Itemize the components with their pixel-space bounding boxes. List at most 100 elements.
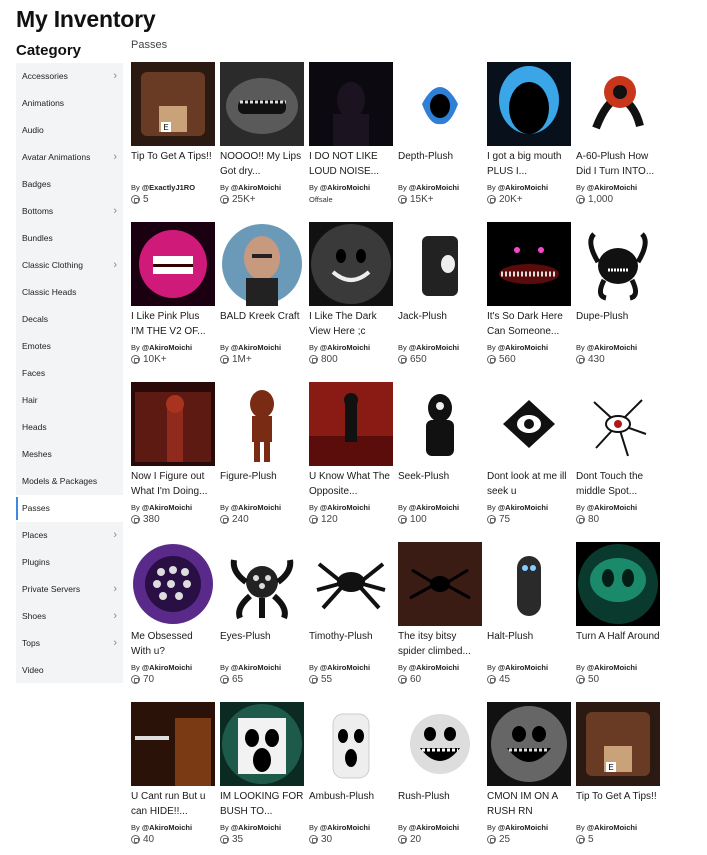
creator-username[interactable]: @AkiroMoichi — [320, 183, 370, 192]
item-creator[interactable]: By @AkiroMoichi — [398, 823, 482, 832]
sidebar-item-bundles[interactable]: Bundles — [16, 225, 123, 252]
item-card[interactable]: Eyes-Plush By @AkiroMoichi 65 — [220, 542, 304, 692]
opposite-room-thumbnail[interactable] — [309, 382, 393, 466]
item-card[interactable]: Halt-Plush By @AkiroMoichi 45 — [487, 542, 571, 692]
item-card[interactable]: Dont Touch the middle Spot... By @AkiroMo… — [576, 382, 660, 532]
creator-username[interactable]: @AkiroMoichi — [498, 663, 548, 672]
item-card[interactable]: Dont look at me ill seek u By @AkiroMoich… — [487, 382, 571, 532]
item-name[interactable]: The itsy bitsy spider climbed... — [398, 629, 482, 659]
creator-username[interactable]: @AkiroMoichi — [409, 183, 459, 192]
creator-username[interactable]: @AkiroMoichi — [142, 823, 192, 832]
item-name[interactable]: I DO NOT LIKE LOUD NOISE... — [309, 149, 393, 179]
item-creator[interactable]: By @AkiroMoichi — [220, 183, 304, 192]
creator-username[interactable]: @AkiroMoichi — [320, 503, 370, 512]
item-card[interactable]: E Tip To Get A Tips!! By @AkiroMoichi 5 — [576, 702, 660, 852]
blue-blob-thumbnail[interactable] — [398, 62, 482, 146]
hide-room-thumbnail[interactable] — [131, 702, 215, 786]
item-card[interactable]: Timothy-Plush By @AkiroMoichi 55 — [309, 542, 393, 692]
sidebar-item-animations[interactable]: Animations — [16, 90, 123, 117]
item-card[interactable]: Dupe-Plush By @AkiroMoichi 430 — [576, 222, 660, 372]
grinning-mouth-thumbnail[interactable] — [220, 62, 304, 146]
item-card[interactable]: CMON IM ON A RUSH RN By @AkiroMoichi 25 — [487, 702, 571, 852]
creator-username[interactable]: @AkiroMoichi — [142, 503, 192, 512]
sidebar-item-accessories[interactable]: Accessories › — [16, 63, 123, 90]
item-creator[interactable]: By @AkiroMoichi — [487, 183, 571, 192]
a60-plush-thumbnail[interactable] — [576, 62, 660, 146]
item-creator[interactable]: By @AkiroMoichi — [576, 503, 660, 512]
item-creator[interactable]: By @AkiroMoichi — [309, 343, 393, 352]
item-creator[interactable]: By @AkiroMoichi — [576, 663, 660, 672]
item-card[interactable]: I got a big mouth PLUS I... By @AkiroMoic… — [487, 62, 571, 212]
sidebar-item-private-servers[interactable]: Private Servers › — [16, 576, 123, 603]
item-name[interactable]: Jack-Plush — [398, 309, 482, 339]
creator-username[interactable]: @AkiroMoichi — [498, 183, 548, 192]
creator-username[interactable]: @AkiroMoichi — [320, 663, 370, 672]
sidebar-item-decals[interactable]: Decals — [16, 306, 123, 333]
creator-username[interactable]: @AkiroMoichi — [231, 343, 281, 352]
timothy-plush-thumbnail[interactable] — [309, 542, 393, 626]
sidebar-item-meshes[interactable]: Meshes — [16, 441, 123, 468]
creator-username[interactable]: @AkiroMoichi — [587, 183, 637, 192]
sidebar-item-places[interactable]: Places › — [16, 522, 123, 549]
spider-room-thumbnail[interactable] — [398, 542, 482, 626]
item-card[interactable]: I Like Pink Plus I'M THE V2 OF... By @Aki… — [131, 222, 215, 372]
item-name[interactable]: Ambush-Plush — [309, 789, 393, 819]
smile-face-thumbnail[interactable] — [309, 222, 393, 306]
creator-username[interactable]: @AkiroMoichi — [587, 663, 637, 672]
figure-room-thumbnail[interactable] — [131, 382, 215, 466]
item-card[interactable]: Jack-Plush By @AkiroMoichi 650 — [398, 222, 482, 372]
creator-username[interactable]: @AkiroMoichi — [409, 663, 459, 672]
item-creator[interactable]: By @AkiroMoichi — [309, 663, 393, 672]
creator-username[interactable]: @AkiroMoichi — [320, 343, 370, 352]
item-name[interactable]: I Like The Dark View Here ;c — [309, 309, 393, 339]
item-creator[interactable]: By @AkiroMoichi — [220, 503, 304, 512]
creator-username[interactable]: @AkiroMoichi — [587, 503, 637, 512]
item-name[interactable]: Turn A Half Around — [576, 629, 660, 659]
item-card[interactable]: Now I Figure out What I'm Doing... By @Ak… — [131, 382, 215, 532]
jack-plush-thumbnail[interactable] — [398, 222, 482, 306]
sidebar-item-heads[interactable]: Heads — [16, 414, 123, 441]
item-name[interactable]: U Know What The Opposite... — [309, 469, 393, 499]
creator-username[interactable]: @AkiroMoichi — [409, 823, 459, 832]
item-card[interactable]: Turn A Half Around By @AkiroMoichi 50 — [576, 542, 660, 692]
item-name[interactable]: Me Obsessed With u? — [131, 629, 215, 659]
item-name[interactable]: Dont look at me ill seek u — [487, 469, 571, 499]
item-creator[interactable]: By @AkiroMoichi — [131, 503, 215, 512]
item-creator[interactable]: By @AkiroMoichi — [576, 343, 660, 352]
creator-username[interactable]: @AkiroMoichi — [498, 823, 548, 832]
item-creator[interactable]: By @AkiroMoichi — [309, 183, 393, 192]
tip-box-thumbnail[interactable]: E — [576, 702, 660, 786]
item-name[interactable]: A-60-Plush How Did I Turn INTO... — [576, 149, 660, 179]
dupe-plush-thumbnail[interactable] — [576, 222, 660, 306]
item-card[interactable]: U Know What The Opposite... By @AkiroMoic… — [309, 382, 393, 532]
item-creator[interactable]: By @AkiroMoichi — [487, 503, 571, 512]
creator-username[interactable]: @AkiroMoichi — [231, 183, 281, 192]
sidebar-item-passes[interactable]: Passes — [16, 495, 123, 522]
eyes-plush-thumbnail[interactable] — [220, 542, 304, 626]
item-card[interactable]: IM LOOKING FOR BUSH TO... By @AkiroMoichi… — [220, 702, 304, 852]
item-creator[interactable]: By @AkiroMoichi — [220, 343, 304, 352]
item-card[interactable]: BALD Kreek Craft By @AkiroMoichi 1M+ — [220, 222, 304, 372]
item-name[interactable]: Timothy-Plush — [309, 629, 393, 659]
item-card[interactable]: The itsy bitsy spider climbed... By @Akir… — [398, 542, 482, 692]
item-creator[interactable]: By @AkiroMoichi — [576, 183, 660, 192]
seek-plush-thumbnail[interactable] — [398, 382, 482, 466]
item-creator[interactable]: By @AkiroMoichi — [309, 823, 393, 832]
item-card[interactable]: I Like The Dark View Here ;c By @AkiroMoi… — [309, 222, 393, 372]
dark-silhouette-thumbnail[interactable] — [309, 62, 393, 146]
halt-green-thumbnail[interactable] — [576, 542, 660, 626]
creator-username[interactable]: @AkiroMoichi — [498, 503, 548, 512]
sidebar-item-plugins[interactable]: Plugins — [16, 549, 123, 576]
many-eyes-thumbnail[interactable] — [131, 542, 215, 626]
item-creator[interactable]: By @AkiroMoichi — [131, 343, 215, 352]
item-name[interactable]: Tip To Get A Tips!! — [131, 149, 215, 179]
sidebar-item-avatar-animations[interactable]: Avatar Animations › — [16, 144, 123, 171]
item-name[interactable]: It's So Dark Here Can Someone... — [487, 309, 571, 339]
halt-plush-thumbnail[interactable] — [487, 542, 571, 626]
dark-teeth-thumbnail[interactable] — [487, 222, 571, 306]
ambush-plush-thumbnail[interactable] — [309, 702, 393, 786]
item-creator[interactable]: By @AkiroMoichi — [398, 663, 482, 672]
item-creator[interactable]: By @AkiroMoichi — [220, 823, 304, 832]
creator-username[interactable]: @ExactlyJ1RO — [142, 183, 195, 192]
sidebar-item-models-packages[interactable]: Models & Packages — [16, 468, 123, 495]
